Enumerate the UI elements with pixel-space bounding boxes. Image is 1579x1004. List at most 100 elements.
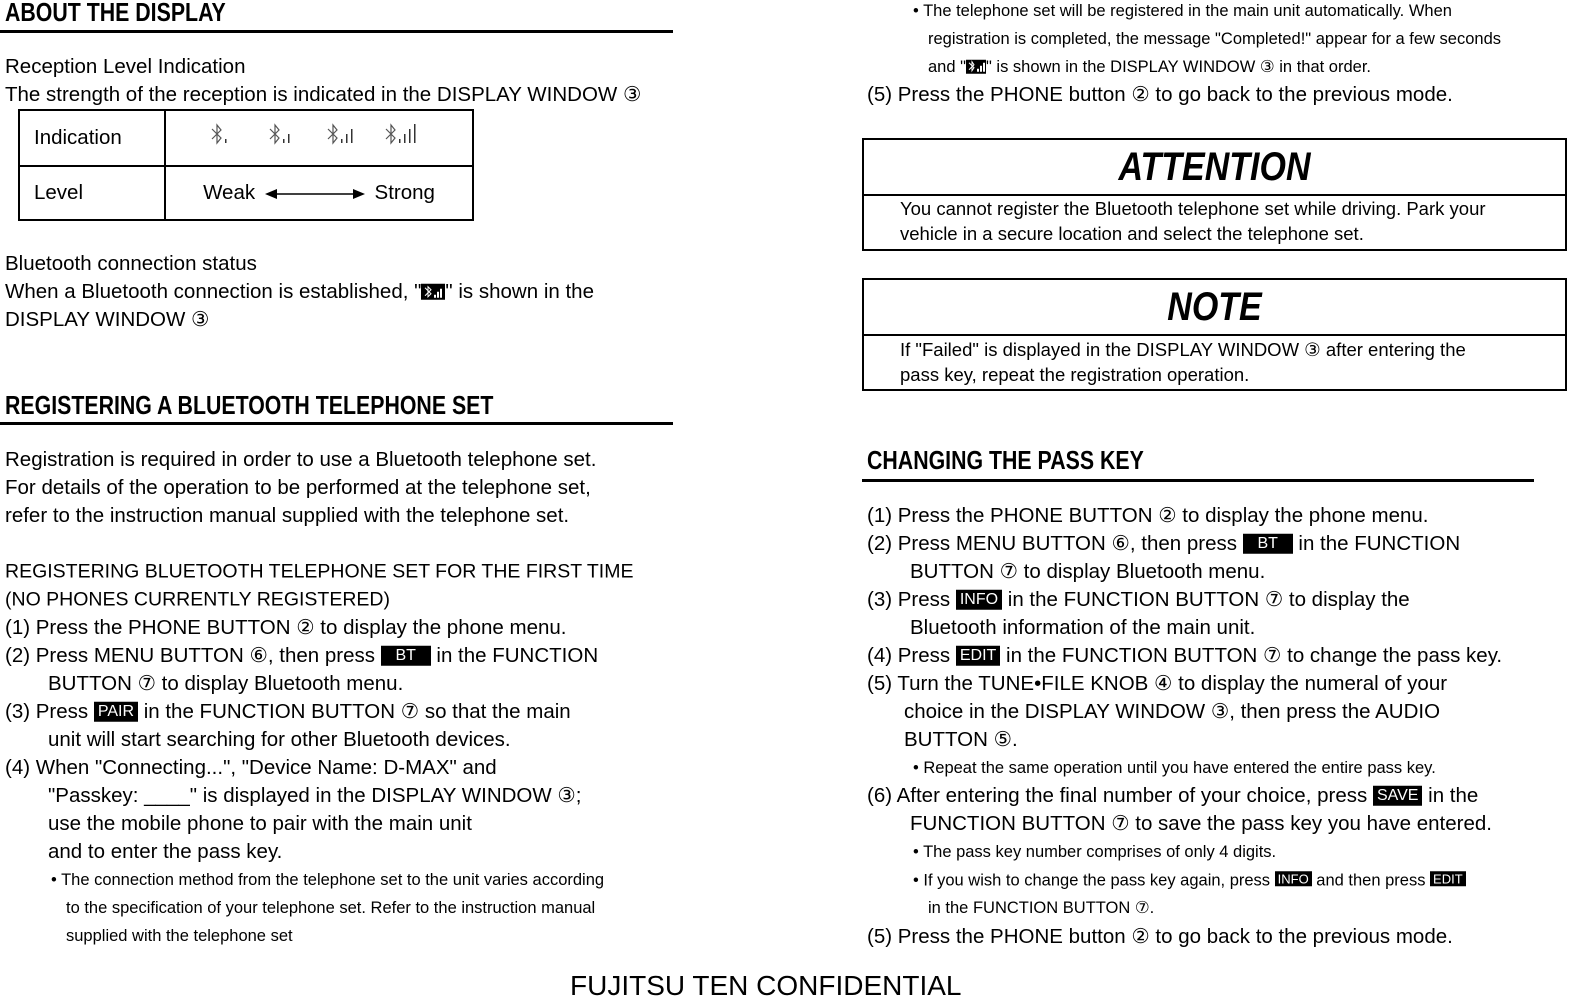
registering-heading: REGISTERING A BLUETOOTH TELEPHONE SET (5, 390, 494, 420)
text: in the FUNCTION (430, 643, 599, 667)
info-badge: INFO (955, 589, 1003, 610)
note: • The pass key number comprises of only … (913, 842, 1277, 861)
text: • If you wish to change the pass key aga… (913, 871, 1275, 890)
note-box: NOTE If "Failed" is displayed in the DIS… (862, 278, 1567, 391)
step-5: (5) Press the PHONE button ② to go back … (867, 82, 1453, 106)
level-scale: Weak Strong (164, 165, 474, 221)
heading-rule (0, 30, 673, 33)
note: and " " is shown in the DISPLAY WINDOW ③ … (928, 59, 1371, 76)
edit-badge: EDIT (955, 645, 1001, 666)
note-text: If "Failed" is displayed in the DISPLAY … (900, 338, 1466, 360)
reception-level-table: Indication Level Weak Strong (18, 109, 474, 221)
text: (2) Press MENU BUTTON ⑥, then press (867, 531, 1243, 555)
text: in the FUNCTION (1292, 531, 1461, 555)
step-4-cont: "Passkey: ____" is displayed in the DISP… (48, 783, 582, 807)
strong-label: Strong (374, 181, 435, 204)
divider (864, 194, 1565, 196)
bluetooth-connected-icon (421, 283, 446, 300)
reception-text: The strength of the reception is indicat… (5, 82, 642, 106)
text: in the FUNCTION BUTTON ⑦ to display the (1002, 587, 1410, 611)
pk-step-5-cont: choice in the DISPLAY WINDOW ③, then pre… (904, 699, 1441, 723)
text: " is shown in the (445, 279, 594, 303)
attention-text: vehicle in a secure location and select … (900, 222, 1364, 244)
pair-badge: PAIR (93, 701, 139, 722)
pk-step-7: (5) Press the PHONE button ② to go back … (867, 924, 1453, 948)
first-time-title: REGISTERING BLUETOOTH TELEPHONE SET FOR … (5, 560, 634, 583)
pk-step-3-cont: Bluetooth information of the main unit. (910, 615, 1256, 639)
step-4-cont: use the mobile phone to pair with the ma… (48, 811, 472, 835)
text: in the (1422, 783, 1479, 807)
pk-step-4: (4) Press EDIT in the FUNCTION BUTTON ⑦ … (867, 643, 1503, 667)
step-3-cont: unit will start searching for other Blue… (48, 727, 511, 751)
pk-step-3: (3) Press INFO in the FUNCTION BUTTON ⑦ … (867, 587, 1410, 611)
note: • Repeat the same operation until you ha… (913, 758, 1436, 777)
bluetooth-signal-3-icon (327, 123, 353, 145)
note: in the FUNCTION BUTTON ⑦. (928, 898, 1155, 917)
pk-step-2: (2) Press MENU BUTTON ⑥, then press BT i… (867, 531, 1461, 555)
note-text: pass key, repeat the registration operat… (900, 363, 1250, 385)
about-display-heading: ABOUT THE DISPLAY (5, 0, 226, 27)
level-label: Level (18, 165, 166, 221)
pk-step-6-cont: FUNCTION BUTTON ⑦ to save the pass key y… (910, 811, 1492, 835)
save-badge: SAVE (1372, 785, 1423, 806)
bluetooth-connected-icon (965, 59, 986, 74)
step-2: (2) Press MENU BUTTON ⑥, then press BT i… (5, 643, 599, 667)
bluetooth-signal-1-icon (211, 123, 227, 145)
divider (864, 334, 1565, 336)
attention-title: ATTENTION (1118, 145, 1311, 189)
note-title: NOTE (1167, 285, 1262, 329)
pk-step-5-cont: BUTTON ⑤. (904, 727, 1018, 751)
attention-box: ATTENTION You cannot register the Blueto… (862, 138, 1567, 251)
text: and then press (1311, 871, 1431, 890)
heading-rule (862, 479, 1534, 482)
bluetooth-signal-2-icon (269, 123, 290, 145)
bluetooth-signal-4-icon (385, 123, 416, 145)
note: to the specification of your telephone s… (66, 898, 596, 917)
note: • If you wish to change the pass key aga… (913, 871, 1466, 889)
text: (3) Press (867, 587, 956, 611)
step-4-cont: and to enter the pass key. (48, 839, 283, 863)
bt-status-title: Bluetooth connection status (5, 251, 257, 275)
bt-status-text: When a Bluetooth connection is establish… (5, 279, 594, 303)
weak-label: Weak (203, 181, 256, 204)
step-1: (1) Press the PHONE BUTTON ② to display … (5, 615, 567, 639)
pass-key-heading: CHANGING THE PASS KEY (867, 445, 1144, 475)
first-time-subtitle: (NO PHONES CURRENTLY REGISTERED) (5, 588, 390, 611)
text: and " (928, 57, 966, 76)
note: • The connection method from the telepho… (51, 870, 605, 889)
attention-text: You cannot register the Bluetooth teleph… (900, 197, 1486, 219)
bt-status-text-2: DISPLAY WINDOW ③ (5, 307, 210, 331)
pk-step-6: (6) After entering the final number of y… (867, 783, 1479, 807)
double-arrow-icon (264, 188, 365, 199)
edit-badge: EDIT (1430, 871, 1466, 887)
pk-step-2-cont: BUTTON ⑦ to display Bluetooth menu. (910, 559, 1266, 583)
text: " is shown in the DISPLAY WINDOW ③ in th… (985, 57, 1371, 76)
reception-title: Reception Level Indication (5, 54, 246, 78)
step-2-cont: BUTTON ⑦ to display Bluetooth menu. (48, 671, 404, 695)
text: (2) Press MENU BUTTON ⑥, then press (5, 643, 381, 667)
step-3: (3) Press PAIR in the FUNCTION BUTTON ⑦ … (5, 699, 571, 723)
text: When a Bluetooth connection is establish… (5, 279, 422, 303)
note: supplied with the telephone set (66, 926, 293, 945)
note: • The telephone set will be registered i… (913, 1, 1452, 20)
text: in the FUNCTION BUTTON ⑦ so that the mai… (138, 699, 571, 723)
signal-level-icons (211, 123, 416, 145)
pk-step-1: (1) Press the PHONE BUTTON ② to display … (867, 503, 1429, 527)
bt-badge: BT (380, 645, 431, 666)
reg-para: For details of the operation to be perfo… (5, 475, 591, 499)
bt-badge: BT (1242, 533, 1293, 554)
indication-icons (164, 109, 474, 167)
pk-step-5: (5) Turn the TUNE•FILE KNOB ④ to display… (867, 671, 1448, 695)
confidential-footer: FUJITSU TEN CONFIDENTIAL (570, 970, 962, 1001)
heading-rule (0, 422, 673, 425)
reg-para: Registration is required in order to use… (5, 447, 597, 471)
text: (4) Press (867, 643, 956, 667)
step-4: (4) When "Connecting...", "Device Name: … (5, 755, 497, 779)
reg-para: refer to the instruction manual supplied… (5, 503, 570, 527)
info-badge: INFO (1274, 871, 1312, 887)
indication-label: Indication (18, 109, 166, 167)
text: (3) Press (5, 699, 94, 723)
text: in the FUNCTION BUTTON ⑦ to change the p… (1000, 643, 1503, 667)
text: (6) After entering the final number of y… (867, 783, 1373, 807)
note: registration is completed, the message "… (928, 29, 1502, 48)
